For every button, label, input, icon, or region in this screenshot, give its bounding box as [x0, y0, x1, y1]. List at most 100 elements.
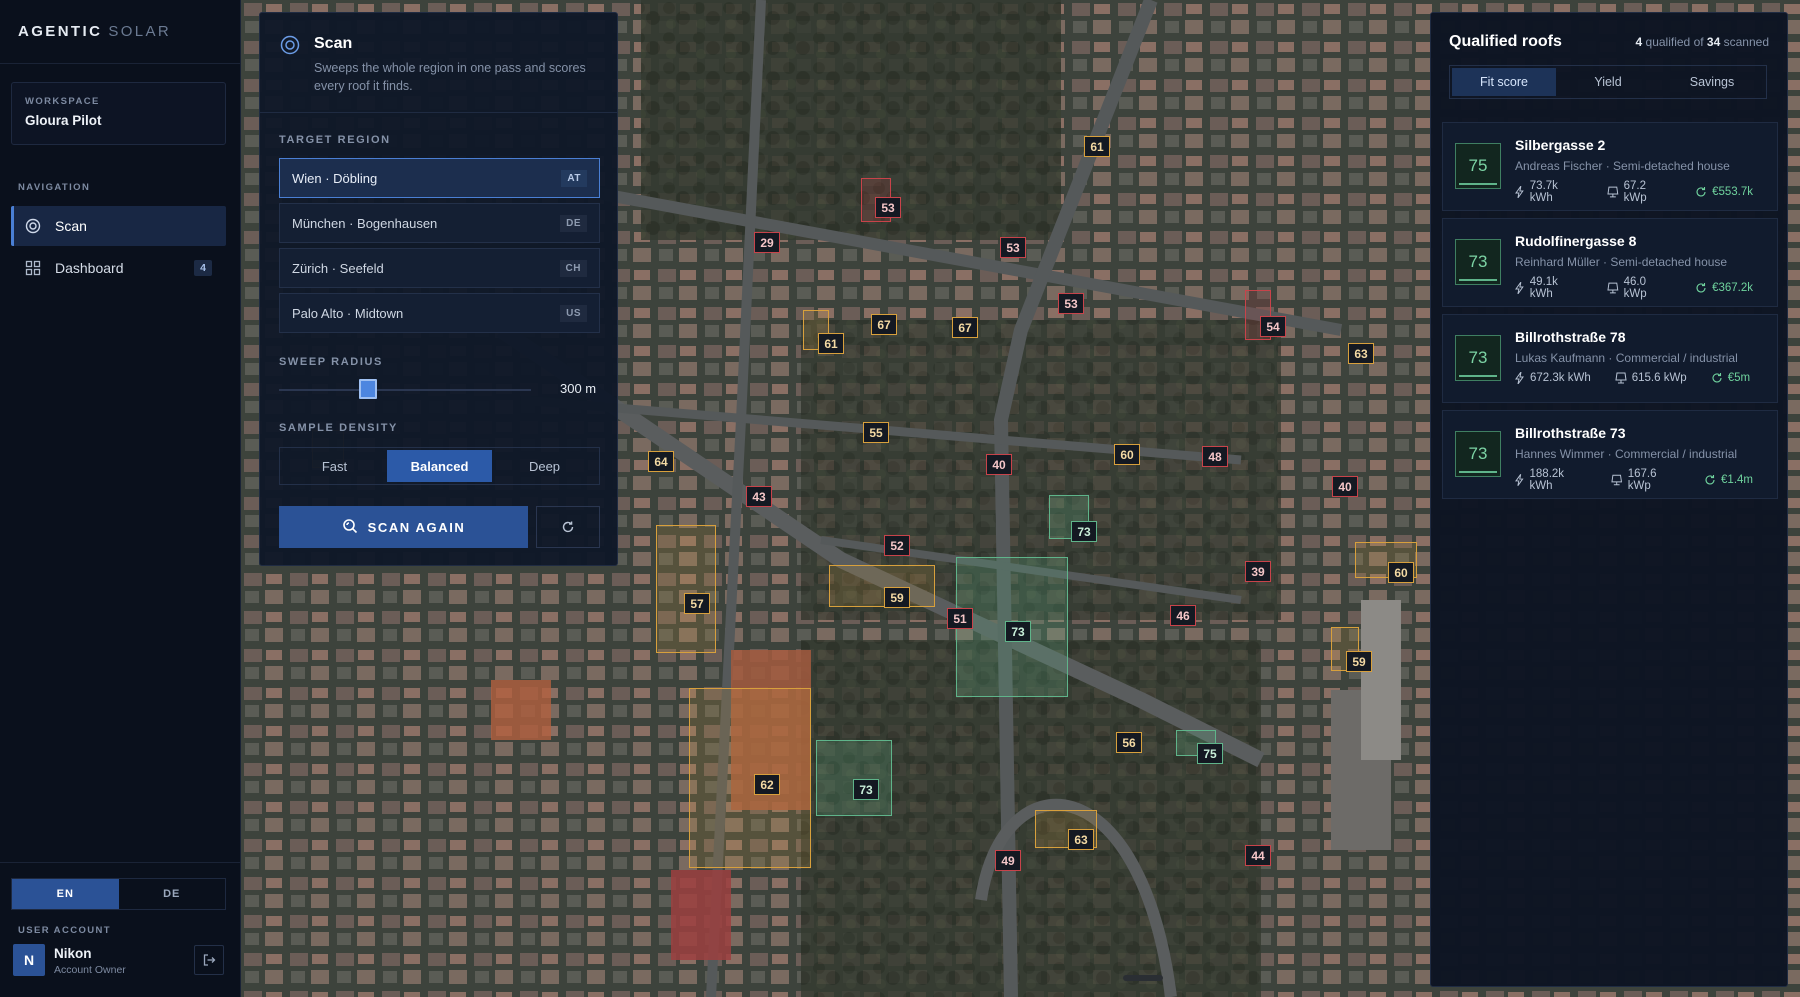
- roof-score-tag[interactable]: 59: [1346, 651, 1372, 672]
- roof-score-tag[interactable]: 39: [1245, 561, 1271, 582]
- roof-score-tag[interactable]: 67: [871, 314, 897, 335]
- results-panel: Qualified roofs 4 qualified of 34 scanne…: [1430, 12, 1788, 987]
- sample-density-label: SAMPLE DENSITY: [279, 422, 398, 434]
- roof-outline[interactable]: [689, 688, 811, 868]
- roof-stats: 73.7k kWh 67.2 kWp €553.7k: [1515, 180, 1777, 204]
- roof-outline[interactable]: [829, 565, 935, 607]
- roof-savings: €553.7k: [1712, 186, 1753, 198]
- tab-savings[interactable]: Savings: [1660, 68, 1764, 96]
- roof-score-tag[interactable]: 60: [1114, 444, 1140, 465]
- sweep-radius-slider-thumb[interactable]: [359, 379, 377, 399]
- bolt-icon: [1515, 372, 1524, 384]
- roof-power: 46.0 kWp: [1623, 276, 1647, 300]
- logout-button[interactable]: [194, 945, 224, 975]
- roof-score-tag[interactable]: 40: [1332, 476, 1358, 497]
- roof-address: Billrothstraße 73: [1515, 425, 1626, 441]
- roof-score-tag[interactable]: 55: [863, 422, 889, 443]
- roof-score-tag[interactable]: 44: [1245, 845, 1271, 866]
- roof-score-tag[interactable]: 59: [884, 587, 910, 608]
- country-code-badge: DE: [560, 214, 587, 232]
- reset-button[interactable]: [536, 506, 600, 548]
- density-segmented-control: Fast Balanced Deep: [279, 447, 600, 485]
- country-code-badge: US: [560, 304, 587, 322]
- roof-outline[interactable]: [656, 525, 716, 653]
- fit-score-badge: 75: [1455, 143, 1501, 189]
- roof-card[interactable]: 73 Billrothstraße 78 Lukas Kaufmann · Co…: [1442, 314, 1778, 403]
- roof-score-tag[interactable]: 73: [853, 779, 879, 800]
- bolt-icon: [1515, 474, 1524, 486]
- roof-score-tag[interactable]: 40: [986, 454, 1012, 475]
- brand-logo: AGENTIC SOLAR: [0, 0, 240, 64]
- scan-panel: Scan Sweeps the whole region in one pass…: [259, 12, 618, 566]
- roof-score-tag[interactable]: 61: [818, 333, 844, 354]
- roof-score-tag[interactable]: 63: [1348, 343, 1374, 364]
- workspace-name: Gloura Pilot: [25, 113, 102, 128]
- nav-item-label: Dashboard: [55, 260, 124, 276]
- region-option-muenchen[interactable]: München · Bogenhausen DE: [279, 203, 600, 243]
- scan-icon: [25, 218, 41, 234]
- density-fast-option[interactable]: Fast: [282, 450, 387, 482]
- roof-card[interactable]: 73 Billrothstraße 73 Hannes Wimmer · Com…: [1442, 410, 1778, 499]
- lang-de-button[interactable]: DE: [119, 879, 226, 909]
- country-code-badge: AT: [561, 169, 587, 187]
- roof-owner: Hannes Wimmer · Commercial / industrial: [1515, 447, 1738, 461]
- roof-score-tag[interactable]: 53: [875, 197, 901, 218]
- roof-score-tag[interactable]: 67: [952, 317, 978, 338]
- tab-yield[interactable]: Yield: [1556, 68, 1660, 96]
- roof-card[interactable]: 73 Rudolfinergasse 8 Reinhard Müller · S…: [1442, 218, 1778, 307]
- roof-power: 615.6 kWp: [1631, 372, 1687, 384]
- roof-score-tag[interactable]: 73: [1071, 521, 1097, 542]
- roof-score-tag[interactable]: 49: [995, 850, 1021, 871]
- roof-score-tag[interactable]: 56: [1116, 732, 1142, 753]
- roof-score-tag[interactable]: 54: [1260, 316, 1286, 337]
- roof-score-tag[interactable]: 75: [1197, 743, 1223, 764]
- workspace-label: WORKSPACE: [25, 96, 100, 107]
- roof-savings: €5m: [1727, 372, 1751, 384]
- roof-score-tag[interactable]: 53: [1000, 237, 1026, 258]
- roof-score-tag[interactable]: 52: [884, 535, 910, 556]
- lang-en-button[interactable]: EN: [12, 879, 119, 909]
- roof-score-tag[interactable]: 64: [648, 451, 674, 472]
- roof-score-tag[interactable]: 63: [1068, 829, 1094, 850]
- results-count: 4 qualified of 34 scanned: [1636, 35, 1770, 49]
- density-deep-option[interactable]: Deep: [492, 450, 597, 482]
- roof-score-tag[interactable]: 61: [1084, 136, 1110, 157]
- roof-score-tag[interactable]: 62: [754, 774, 780, 795]
- map-scroll-handle[interactable]: [1123, 975, 1163, 981]
- target-region-label: TARGET REGION: [279, 134, 391, 146]
- roof-card[interactable]: 75 Silbergasse 2 Andreas Fischer · Semi-…: [1442, 122, 1778, 211]
- panel-icon: [1615, 372, 1627, 384]
- roof-address: Rudolfinergasse 8: [1515, 233, 1637, 249]
- roof-owner: Andreas Fischer · Semi-detached house: [1515, 159, 1730, 173]
- roof-score-tag[interactable]: 51: [947, 608, 973, 629]
- workspace-selector[interactable]: WORKSPACE Gloura Pilot: [11, 82, 226, 145]
- region-option-zuerich[interactable]: Zürich · Seefeld CH: [279, 248, 600, 288]
- user-role: Account Owner: [54, 964, 126, 976]
- roof-score-tag[interactable]: 53: [1058, 293, 1084, 314]
- roof-score-tag[interactable]: 46: [1170, 605, 1196, 626]
- roof-score-tag[interactable]: 57: [684, 593, 710, 614]
- density-balanced-option[interactable]: Balanced: [387, 450, 492, 482]
- roof-score-tag[interactable]: 48: [1202, 446, 1228, 467]
- app-root: AGENTIC SOLAR WORKSPACE Gloura Pilot NAV…: [0, 0, 1800, 997]
- roof-score-tag[interactable]: 73: [1005, 621, 1031, 642]
- tab-fit-score[interactable]: Fit score: [1452, 68, 1556, 96]
- nav-item-dashboard[interactable]: Dashboard 4: [11, 248, 226, 288]
- scan-again-button[interactable]: SCAN AGAIN: [279, 506, 528, 548]
- roof-outline[interactable]: [816, 740, 892, 816]
- scan-panel-title: Scan: [314, 35, 353, 52]
- region-name: Zürich · Seefeld: [292, 260, 384, 276]
- roof-score-tag[interactable]: 60: [1388, 562, 1414, 583]
- brand-primary: AGENTIC: [18, 23, 103, 40]
- roof-score-tag[interactable]: 29: [754, 232, 780, 253]
- roof-stats: 49.1k kWh 46.0 kWp €367.2k: [1515, 276, 1777, 300]
- sweep-radius-slider-track[interactable]: [279, 389, 531, 391]
- savings-icon: [1712, 373, 1722, 383]
- user-account-label: USER ACCOUNT: [18, 925, 111, 936]
- roof-power: 167.6 kWp: [1627, 468, 1657, 492]
- region-option-palo-alto[interactable]: Palo Alto · Midtown US: [279, 293, 600, 333]
- region-option-wien[interactable]: Wien · Döbling AT: [279, 158, 600, 198]
- avatar[interactable]: N: [13, 944, 45, 976]
- roof-score-tag[interactable]: 43: [746, 486, 772, 507]
- nav-item-scan[interactable]: Scan: [11, 206, 226, 246]
